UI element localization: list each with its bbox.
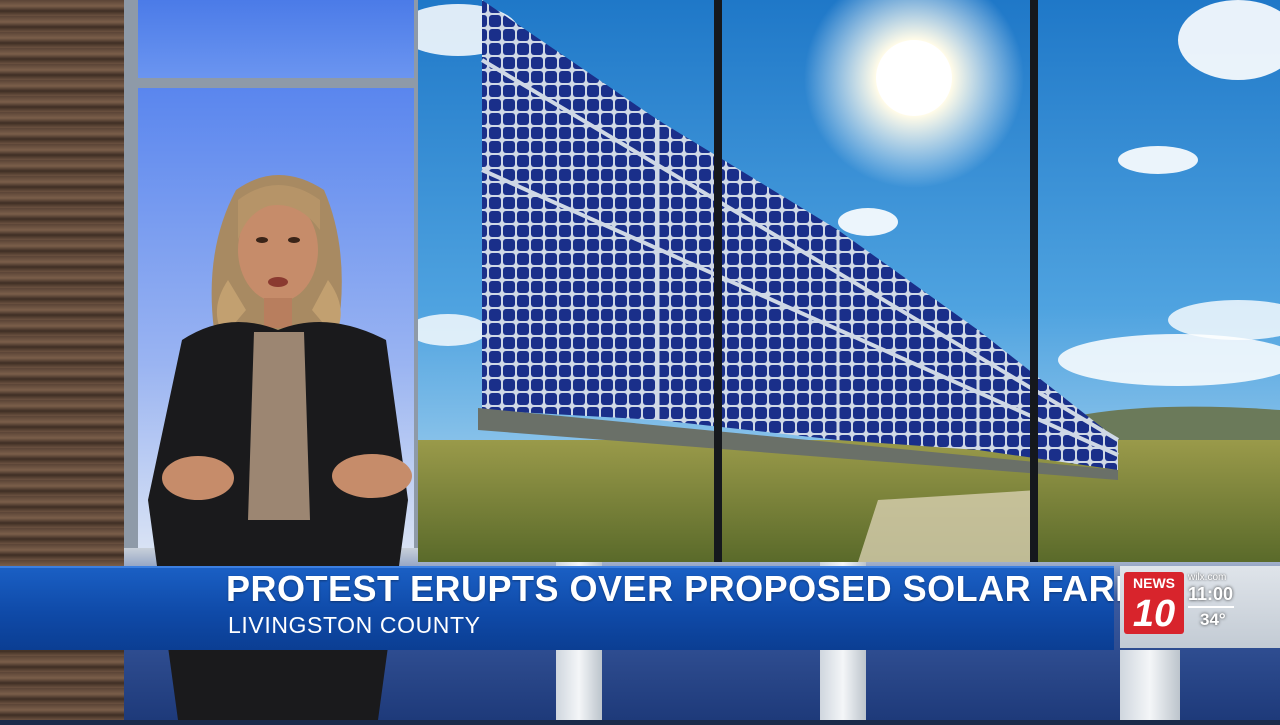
logo-word: NEWS xyxy=(1133,575,1175,591)
screen-bezel xyxy=(714,0,722,562)
video-wall xyxy=(418,0,1280,562)
bug-divider xyxy=(1188,606,1234,608)
solar-farm-image xyxy=(418,0,1280,562)
time-readout: 11:00 xyxy=(1188,584,1234,604)
blue-backdrop-top xyxy=(138,0,414,78)
station-website: wilx.com xyxy=(1188,572,1227,583)
news10-logo: NEWS 10 xyxy=(1124,572,1184,635)
logo-number: 10 xyxy=(1133,593,1175,634)
desk-stand xyxy=(1120,650,1180,720)
temperature-readout: 34° xyxy=(1200,610,1226,629)
screen-bezel xyxy=(1030,0,1038,562)
location-subline: LIVINGSTON COUNTY xyxy=(228,612,481,638)
headline: PROTEST ERUPTS OVER PROPOSED SOLAR FARM xyxy=(226,568,1146,609)
